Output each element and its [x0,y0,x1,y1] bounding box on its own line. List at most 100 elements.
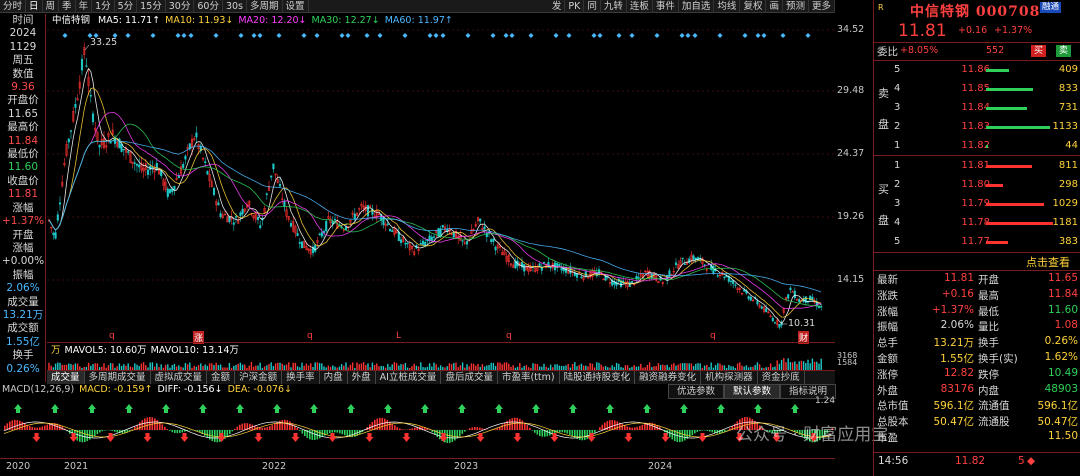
indicator-tab-9[interactable]: 盘后成交量 [441,371,498,384]
stat-label-b-3: 量比 [978,321,999,334]
candle-body-216 [523,264,526,272]
bids-price-3: 11.78 [961,217,990,228]
ma-line-0 [48,67,822,324]
period-tab-5[interactable]: 1分 [92,0,115,13]
macd-bar-130 [329,430,331,434]
volume-bar-140 [356,362,358,370]
period-tab-1[interactable]: 日 [26,0,43,13]
tool-button-10[interactable]: 预测 [783,0,809,13]
period-tab-11[interactable]: 多周期 [247,0,283,13]
indicator-tab-3[interactable]: 金额 [207,371,236,384]
volume-bar-341 [798,361,800,370]
buy-button[interactable]: 买 [1031,45,1047,57]
macd-bar-81 [206,430,209,438]
tool-button-8[interactable]: 复权 [740,0,767,13]
chart-marker-2[interactable]: q [307,331,313,341]
tool-button-7[interactable]: 均线 [714,0,741,13]
event-marker-10 [276,33,282,38]
volume-bar-345 [807,359,809,370]
signal-arrow-8 [162,404,170,413]
period-tab-6[interactable]: 5分 [115,0,138,13]
asks-price-4: 11.82 [961,140,990,151]
indicator-tab-13[interactable]: 机构探测器 [701,371,758,384]
macd-chart[interactable]: MACD(12,26,9) MACD: -0.159↑ DIFF: -0.156↓ D… [0,384,888,458]
indicator-tab-5[interactable]: 换手率 [282,371,320,384]
period-tab-4[interactable]: 年 [76,0,93,13]
macd-bar-54 [139,422,141,430]
period-tab-3[interactable]: 季 [59,0,76,13]
volume-bar-184 [453,363,455,370]
info-row-22: 13.21万 [2,308,44,321]
macd-bar-33 [86,430,89,442]
chart-marker-4[interactable]: q [506,331,512,341]
period-tab-7[interactable]: 15分 [137,0,166,13]
stat-value-b-8: 596.1亿 [1037,400,1078,413]
stock-title: 中信特钢 000708 [910,1,1040,21]
macd-bar-248 [624,425,626,430]
period-tab-12[interactable]: 设置 [283,0,309,13]
indicator-tab-7[interactable]: 外盘 [348,371,376,384]
period-tab-9[interactable]: 60分 [194,0,223,13]
indicator-tab-11[interactable]: 陆股通持股变化 [560,371,636,384]
volume-bar-105 [279,362,281,370]
tool-button-4[interactable]: 连板 [627,0,653,13]
bids-level-1: 2 [894,179,901,190]
period-tab-10[interactable]: 30s [223,0,247,13]
macd-bar-239 [601,424,604,430]
volume-bar-74 [211,363,213,370]
chart-marker-5[interactable]: q [710,331,716,341]
tool-button-11[interactable]: 更多 [809,0,835,13]
candle-body-174 [430,236,433,241]
indicator-tab-4[interactable]: 沪深金额 [235,371,283,384]
ma-line-3 [48,123,822,307]
indicator-tab-6[interactable]: 内盘 [320,371,348,384]
indicator-tab-10[interactable]: 市盈率(ttm) [498,371,560,384]
tool-button-5[interactable]: 事件 [653,0,679,13]
candle-body-154 [386,223,389,225]
volume-legend-0: 万 [51,345,61,356]
kline-canvas[interactable] [47,14,835,342]
tool-button-9[interactable]: 画 [766,0,783,13]
info-row-16: 开盘 [12,228,34,241]
candle-body-96 [259,225,262,229]
candle-body-78 [219,213,222,218]
macd-bar-267 [671,430,674,440]
indicator-tab-0[interactable]: 成交量 [47,371,85,384]
candle-body-113 [296,233,299,236]
volume-bar-277 [657,363,660,370]
sell-button[interactable]: 卖 [1056,45,1072,57]
last-price: 11.81 [898,21,947,41]
event-marker-29 [679,33,685,38]
price-tick-2: 24.37 [837,148,865,159]
period-tab-2[interactable]: 周 [43,0,60,13]
info-row-9: 11.84 [7,134,39,147]
macd-bar-61 [156,420,159,430]
event-marker-19 [465,33,471,38]
candle-body-330 [773,322,777,324]
detail-link[interactable]: 点击查看 [1026,254,1070,270]
indicator-tab-12[interactable]: 融资融券变化 [635,371,702,384]
tool-button-3[interactable]: 九转 [601,0,627,13]
indicator-tab-14[interactable]: 资金抄底 [758,371,805,384]
kline-chart[interactable]: 中信特钢 MA5: 11.71↑ MA10: 11.93↓ MA20: 12.20↓… [47,14,835,344]
chart-marker-0[interactable]: q [109,331,115,341]
period-tab-0[interactable]: 分时 [0,0,27,13]
period-tab-8[interactable]: 30分 [166,0,195,13]
tool-button-0[interactable]: 发 [549,0,566,13]
tool-button-6[interactable]: 加自选 [679,0,715,13]
macd-bar-188 [474,426,476,430]
event-marker-b-21 [509,33,515,38]
tool-button-1[interactable]: PK [565,0,585,13]
chart-marker-3[interactable]: L [396,331,401,341]
indicator-tab-1[interactable]: 多周期成交量 [85,371,151,384]
volume-chart[interactable]: 万 MAVOL5: 10.60万 MAVOL10: 13.14万 [47,342,835,370]
macd-bar-281 [706,430,709,431]
indicator-tab-8[interactable]: AI立桩成交量 [376,371,442,384]
indicator-tab-2[interactable]: 虚拟成交量 [151,371,208,384]
tool-button-2[interactable]: 同 [584,0,601,13]
macd-bar-43 [111,430,114,431]
info-row-1: 2024 [9,27,37,40]
volume-bar-119 [310,363,312,370]
candle-body-67 [195,132,198,138]
macd-bar-238 [599,427,601,430]
